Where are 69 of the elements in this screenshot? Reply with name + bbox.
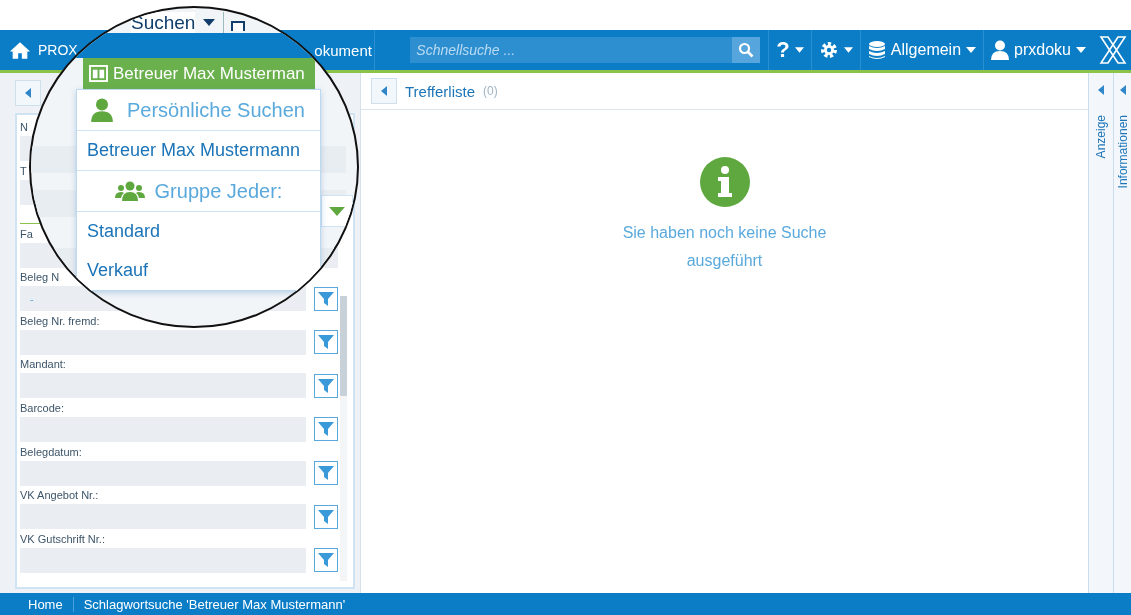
users-icon — [114, 181, 145, 201]
search-icon — [738, 42, 755, 58]
filter-button[interactable] — [314, 548, 338, 573]
caret-down-icon — [329, 206, 345, 216]
field-label: Beleg Nr. fremd: — [20, 314, 100, 329]
home-icon[interactable] — [9, 40, 31, 60]
input-field[interactable] — [20, 329, 306, 355]
search-button[interactable] — [732, 37, 761, 63]
breadcrumb-item[interactable]: Schlagwortsuche 'Betreuer Max Mustermann' — [73, 596, 356, 612]
field-label: Fa — [20, 227, 33, 242]
collapse-panel-button[interactable] — [371, 78, 397, 104]
columns-icon — [89, 65, 108, 82]
field-label: Mandant: — [20, 358, 66, 373]
field-label: Barcode: — [20, 401, 65, 416]
quick-search-field[interactable]: Schnellsuche ... — [410, 37, 733, 63]
field-label: VK Gutschrift Nr.: — [20, 532, 105, 547]
x-logo-icon[interactable] — [1099, 35, 1127, 65]
user-icon — [991, 40, 1010, 60]
filter-button[interactable] — [314, 330, 338, 355]
filter-button[interactable] — [314, 461, 338, 486]
filter-icon — [318, 508, 334, 525]
search-menu-button[interactable]: Suchen — [131, 12, 196, 33]
scrollbar[interactable] — [340, 296, 347, 581]
breadcrumb-item[interactable]: Home — [18, 596, 74, 612]
side-panel-tab[interactable]: Informationen — [1113, 73, 1131, 593]
group-header: Persönliche Suchen — [127, 98, 305, 122]
field-label: N — [20, 121, 28, 135]
dropdown-toggle-button[interactable] — [321, 195, 353, 227]
panel-title: Trefferliste — [405, 82, 476, 100]
filter-icon — [318, 334, 334, 351]
database-menu-button[interactable]: Allgemein — [859, 30, 984, 70]
result-count: (0) — [483, 84, 498, 98]
saved-search-item[interactable]: Standard — [77, 212, 320, 251]
filter-icon — [318, 377, 334, 394]
caret-down-icon — [794, 47, 804, 53]
app-brand[interactable]: PROX — [38, 42, 78, 58]
caret-left-icon — [1098, 85, 1104, 95]
field-label: T — [20, 164, 27, 179]
caret-left-icon — [1119, 85, 1126, 95]
info-icon — [699, 157, 750, 207]
caret-down-icon — [1076, 47, 1086, 53]
filter-icon — [318, 465, 334, 482]
filter-button[interactable] — [314, 504, 338, 529]
caret-down-icon — [966, 47, 977, 53]
group-header: Gruppe Jeder: — [154, 179, 283, 203]
caret-down-icon — [203, 19, 215, 26]
caret-left-icon — [25, 88, 31, 98]
caret-left-icon — [381, 86, 387, 96]
field-label: VK Angebot Nr.: — [20, 489, 99, 504]
filter-icon — [318, 421, 334, 438]
saved-search-item[interactable]: Betreuer Max Mustermann — [77, 131, 320, 171]
filter-icon — [318, 552, 334, 569]
field-label: Belegdatum: — [20, 445, 82, 460]
selected-search-bar[interactable]: Betreuer Max Musterman — [83, 58, 315, 89]
empty-state-message: Sie haben noch keine Suche ausgeführt — [621, 223, 828, 271]
filter-icon — [318, 290, 334, 307]
filter-button[interactable] — [314, 417, 338, 442]
collapse-panel-button[interactable] — [15, 80, 41, 106]
help-menu-button[interactable]: ? — [768, 30, 811, 70]
settings-icon — [818, 40, 839, 60]
field-label: Beleg N — [20, 271, 60, 286]
saved-search-item[interactable]: Verkauf — [77, 251, 320, 290]
database-icon — [867, 40, 886, 60]
user-menu-button[interactable]: prxdoku — [983, 30, 1093, 70]
nav-menu-item[interactable]: okument — [314, 41, 375, 59]
side-panel-tab[interactable]: Anzeige — [1088, 73, 1113, 593]
caret-down-icon — [843, 47, 853, 53]
user-icon — [91, 98, 113, 122]
filter-button[interactable] — [314, 373, 338, 398]
